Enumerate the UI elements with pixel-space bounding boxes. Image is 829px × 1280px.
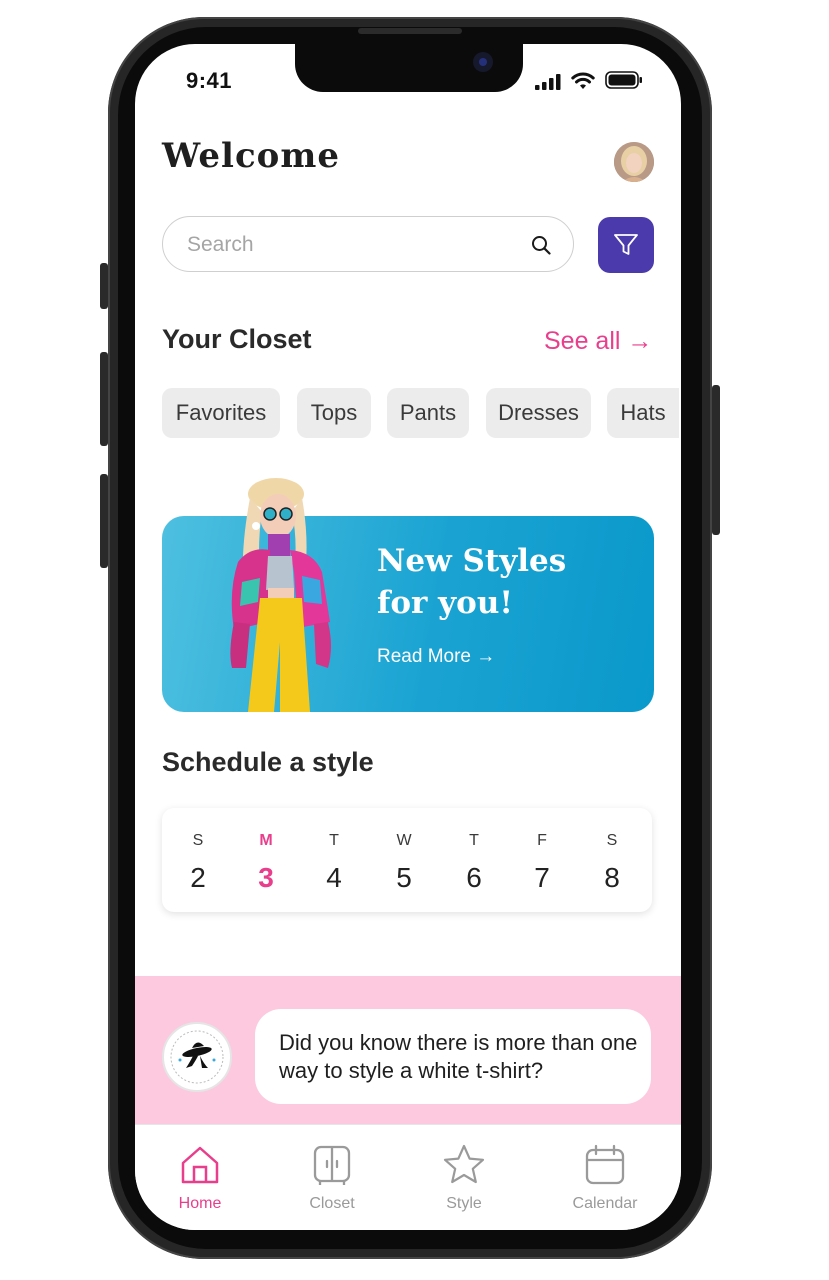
calendar-day[interactable]: T6 bbox=[454, 832, 494, 894]
chip-dresses[interactable]: Dresses bbox=[486, 388, 591, 438]
banner-title: New Styles for you! bbox=[377, 540, 647, 624]
home-icon bbox=[181, 1146, 219, 1184]
signal-icon bbox=[535, 74, 561, 90]
chip-tops[interactable]: Tops bbox=[297, 388, 371, 438]
tab-style[interactable]: Style bbox=[414, 1143, 514, 1213]
tab-calendar[interactable]: Calendar bbox=[555, 1143, 655, 1213]
speaker-grille bbox=[358, 28, 462, 34]
filter-button[interactable] bbox=[598, 217, 654, 273]
calendar-day[interactable]: F7 bbox=[522, 832, 562, 894]
tab-closet[interactable]: Closet bbox=[282, 1143, 382, 1213]
banner-title-line1: New Styles bbox=[377, 543, 567, 579]
status-time: 9:41 bbox=[186, 68, 233, 93]
promo-banner[interactable]: New Styles for you! Read More → bbox=[162, 478, 654, 712]
read-more-link[interactable]: Read More → bbox=[377, 646, 495, 668]
day-name: F bbox=[537, 832, 547, 849]
tab-bar: Home Closet Style Calendar bbox=[135, 1124, 681, 1230]
day-name: S bbox=[192, 832, 204, 849]
closet-section-title: Your Closet bbox=[162, 324, 312, 354]
power-button bbox=[712, 385, 720, 535]
calendar-day-selected[interactable]: M3 bbox=[246, 832, 286, 894]
day-name: T bbox=[329, 832, 339, 849]
front-camera bbox=[473, 52, 493, 72]
day-name: T bbox=[469, 832, 479, 849]
day-date: 8 bbox=[604, 862, 620, 893]
search-bar bbox=[162, 216, 574, 272]
day-date: 4 bbox=[326, 862, 342, 893]
chip-pants[interactable]: Pants bbox=[387, 388, 469, 438]
filter-icon bbox=[614, 234, 638, 255]
chip-hats[interactable]: Hats bbox=[607, 388, 679, 438]
volume-down-button bbox=[100, 474, 108, 568]
avatar[interactable] bbox=[614, 142, 654, 182]
banner-title-line2: for you! bbox=[377, 585, 513, 621]
day-date: 5 bbox=[396, 862, 412, 893]
brand-logo bbox=[162, 1022, 232, 1092]
day-date: 6 bbox=[466, 862, 482, 893]
calendar-icon bbox=[585, 1144, 625, 1185]
calendar-day[interactable]: T4 bbox=[314, 832, 354, 894]
day-name: M bbox=[259, 832, 273, 849]
tab-label: Closet bbox=[309, 1195, 355, 1212]
schedule-section-title: Schedule a style bbox=[162, 747, 374, 777]
calendar-day[interactable]: W5 bbox=[384, 832, 424, 894]
day-date: 3 bbox=[258, 862, 274, 893]
fashion-model-illustration bbox=[230, 478, 331, 712]
mute-switch bbox=[100, 263, 108, 309]
battery-icon bbox=[605, 71, 642, 89]
see-all-link[interactable]: See all → bbox=[544, 327, 652, 356]
chip-favorites[interactable]: Favorites bbox=[162, 388, 280, 438]
avatar-portrait bbox=[614, 142, 654, 182]
closet-icon bbox=[313, 1145, 351, 1185]
star-icon bbox=[443, 1144, 485, 1184]
calendar-day[interactable]: S8 bbox=[592, 832, 632, 894]
day-date: 7 bbox=[534, 862, 550, 893]
search-input[interactable] bbox=[185, 229, 519, 261]
day-name: S bbox=[606, 832, 618, 849]
tab-label: Home bbox=[178, 1195, 222, 1212]
volume-up-button bbox=[100, 352, 108, 446]
week-calendar: S2 M3 T4 W5 T6 F7 S8 bbox=[162, 808, 652, 912]
calendar-day[interactable]: S2 bbox=[178, 832, 218, 894]
day-date: 2 bbox=[190, 862, 206, 893]
tip-text: Did you know there is more than one way … bbox=[279, 1030, 638, 1083]
hat-woman-logo-icon bbox=[170, 1030, 224, 1084]
phone-screen: 9:41 Welcome Y bbox=[135, 44, 681, 1230]
wifi-icon bbox=[571, 72, 595, 89]
tip-bubble[interactable]: Did you know there is more than one way … bbox=[255, 1009, 651, 1104]
notch bbox=[295, 44, 523, 92]
tab-label: Calendar bbox=[572, 1195, 638, 1212]
tab-label: Style bbox=[446, 1195, 482, 1212]
search-icon[interactable] bbox=[531, 235, 551, 255]
page-title: Welcome bbox=[162, 136, 340, 176]
day-name: W bbox=[396, 832, 412, 849]
tab-home[interactable]: Home bbox=[150, 1143, 250, 1213]
